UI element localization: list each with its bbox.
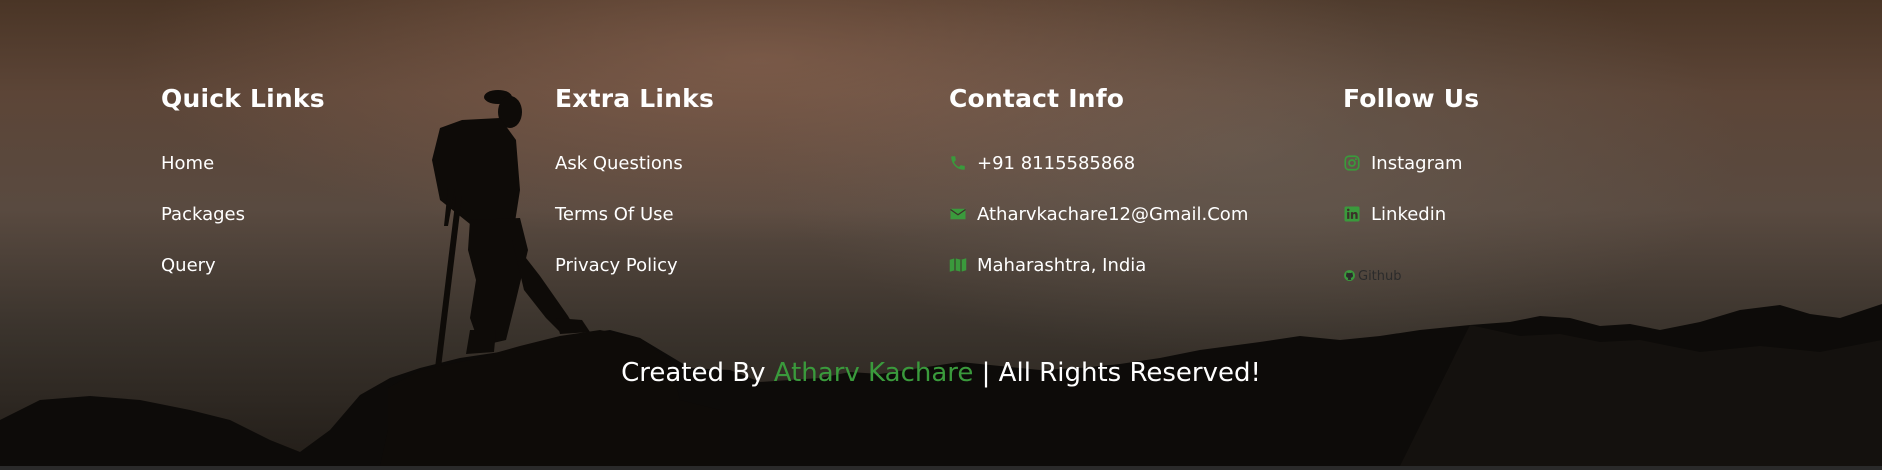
footer-link-terms-of-use[interactable]: Terms Of Use <box>555 203 674 227</box>
envelope-icon <box>950 208 966 220</box>
hiker-silhouette-background <box>0 90 1882 466</box>
quick-links-heading: Quick Links <box>161 84 325 113</box>
footer-column-extra-links: Extra Links Ask Questions Terms Of Use P… <box>555 82 715 276</box>
social-link-linkedin[interactable]: Linkedin <box>1343 203 1446 227</box>
linkedin-icon <box>1344 206 1360 222</box>
contact-email[interactable]: Atharvkachare12@Gmail.Com <box>949 203 1248 227</box>
github-icon <box>1344 270 1355 281</box>
contact-info-heading: Contact Info <box>949 84 1125 113</box>
social-link-github[interactable]: Github <box>1343 265 1402 289</box>
footer-column-quick-links: Quick Links Home Packages Query <box>161 82 325 276</box>
credit-prefix: Created By <box>621 358 766 388</box>
footer-link-query[interactable]: Query <box>161 254 216 278</box>
footer-link-privacy-policy[interactable]: Privacy Policy <box>555 254 678 278</box>
footer-link-packages[interactable]: Packages <box>161 203 245 227</box>
contact-location[interactable]: Maharashtra, India <box>949 254 1146 278</box>
bottom-edge-divider <box>0 466 1882 470</box>
social-link-instagram[interactable]: Instagram <box>1343 152 1463 176</box>
credit-suffix: | All Rights Reserved! <box>981 358 1261 388</box>
instagram-icon <box>1344 155 1360 171</box>
footer-link-ask-questions[interactable]: Ask Questions <box>555 152 683 176</box>
map-icon <box>949 258 967 272</box>
footer-column-contact-info: Contact Info +91 8115585868 Atharvkachar… <box>949 82 1248 276</box>
phone-icon <box>951 156 965 170</box>
footer-link-home[interactable]: Home <box>161 152 214 176</box>
extra-links-heading: Extra Links <box>555 84 715 113</box>
copyright-credit: Created By Atharv Kachare | All Rights R… <box>0 356 1882 390</box>
footer-column-follow-us: Follow Us Instagram Linkedin Github <box>1343 82 1480 284</box>
footer: Quick Links Home Packages Query Extra Li… <box>0 0 1882 466</box>
contact-phone[interactable]: +91 8115585868 <box>949 152 1135 176</box>
credit-author: Atharv Kachare <box>773 358 974 388</box>
follow-us-heading: Follow Us <box>1343 84 1480 113</box>
